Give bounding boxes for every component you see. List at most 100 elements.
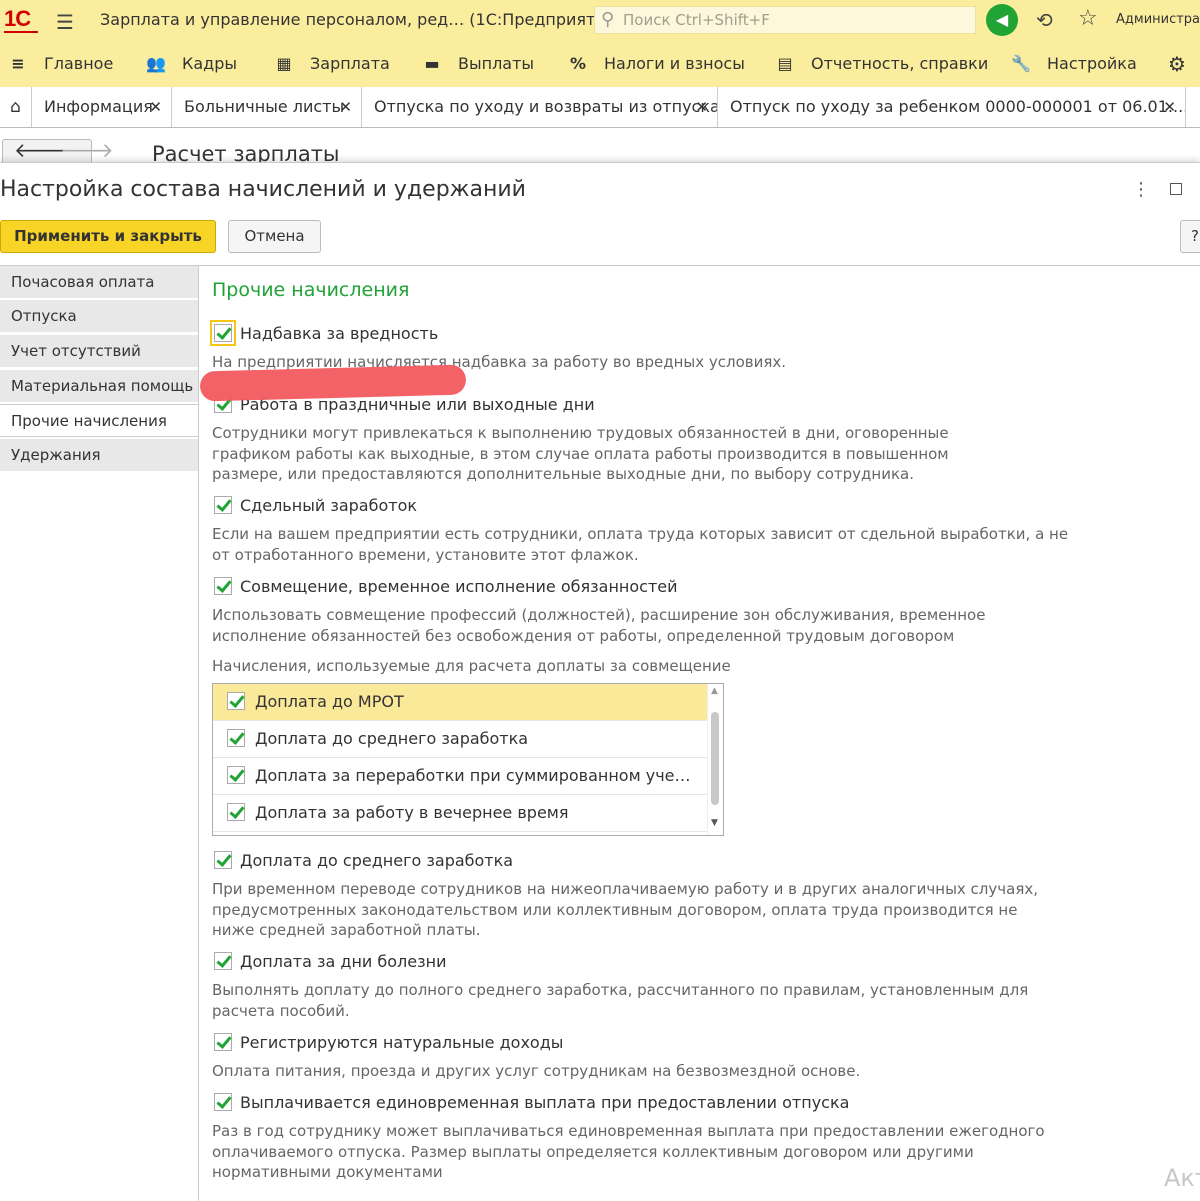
scrollbar-thumb[interactable] xyxy=(711,712,719,805)
list-item[interactable]: Доплата за работу в вечернее время xyxy=(213,795,707,832)
nav-item-absences[interactable]: Учет отсутствий xyxy=(0,335,198,368)
nav-item-hourly-pay[interactable]: Почасовая оплата xyxy=(0,266,198,299)
tab-parental-leave-doc[interactable]: Отпуск по уходу за ребенком 0000-000001 … xyxy=(718,87,1186,127)
menu-label: Зарплата xyxy=(310,54,390,73)
cancel-button[interactable]: Отмена xyxy=(228,220,321,253)
forward-arrow-icon[interactable]: 🡒 xyxy=(60,138,114,162)
history-icon[interactable]: ⟲ xyxy=(1036,8,1053,32)
menu-label: Налоги и взносы xyxy=(604,54,745,73)
logo-underline xyxy=(4,31,38,33)
search-placeholder: Поиск Ctrl+Shift+F xyxy=(623,11,770,29)
nav-item-vacations[interactable]: Отпуска xyxy=(0,300,198,333)
menu-item-salary[interactable]: ▦ Зарплата xyxy=(272,41,390,87)
menu-label: Главное xyxy=(44,54,114,73)
maximize-icon[interactable] xyxy=(1170,183,1182,195)
gear-icon[interactable]: ⚙ xyxy=(1168,41,1186,87)
option-description: Выполнять доплату до полного среднего за… xyxy=(212,981,1029,1020)
percent-icon: % xyxy=(569,54,587,73)
tab-label: Отпуска по уходу и возвраты из отпуска xyxy=(374,97,718,116)
natural-income-checkbox[interactable] xyxy=(214,1033,232,1051)
scroll-up-icon[interactable]: ▲ xyxy=(711,686,718,696)
section-title: Прочие начисления xyxy=(212,279,410,301)
close-icon[interactable]: ✕ xyxy=(1163,87,1176,127)
option-label: Совмещение, временное исполнение обязанн… xyxy=(240,577,678,596)
option-label: Доплата до среднего заработка xyxy=(240,851,514,870)
hamburger-menu-icon[interactable]: ☰ xyxy=(56,10,74,34)
home-icon[interactable]: ⌂ xyxy=(0,87,32,127)
list-item-checkbox[interactable] xyxy=(227,766,245,784)
tab-sick-leaves[interactable]: Больничные листы ✕ xyxy=(172,87,362,127)
option-description: Сотрудники могут привлекаться к выполнен… xyxy=(212,424,949,483)
tab-label: Информация xyxy=(44,97,153,116)
help-button[interactable]: ? xyxy=(1180,220,1200,253)
settings-dialog: Настройка состава начислений и удержаний… xyxy=(0,162,1200,1201)
option-description: Использовать совмещение профессий (должн… xyxy=(212,606,986,645)
sick-days-checkbox[interactable] xyxy=(214,952,232,970)
option-label: Регистрируются натуральные доходы xyxy=(240,1033,564,1052)
list-item-label: Доплата до среднего заработка xyxy=(255,729,529,748)
menu-item-settings[interactable]: 🔧 Настройка xyxy=(1009,41,1137,87)
menu-label: Отчетность, справки xyxy=(811,54,989,73)
piecework-checkbox[interactable] xyxy=(214,496,232,514)
menu-item-payouts[interactable]: ▬ Выплаты xyxy=(420,41,534,87)
list-caption: Начисления, используемые для расчета доп… xyxy=(212,657,731,675)
hazard-bonus-checkbox[interactable] xyxy=(210,320,236,346)
menu-item-taxes[interactable]: % Налоги и взносы xyxy=(566,41,745,87)
list-item[interactable]: Доплата за переработки при суммированном… xyxy=(213,758,707,795)
tab-parental-leaves[interactable]: Отпуска по уходу и возвраты из отпуска ✕ xyxy=(362,87,718,127)
dialog-title: Настройка состава начислений и удержаний xyxy=(0,177,526,202)
1c-logo: 1С xyxy=(4,6,31,31)
list-icon: ≡ xyxy=(11,54,25,73)
list-item-checkbox[interactable] xyxy=(227,692,245,710)
main-menu: ≡ Главное 👥 Кадры ▦ Зарплата ▬ Выплаты % Нало… xyxy=(0,41,1200,88)
list-item-checkbox[interactable] xyxy=(227,803,245,821)
more-actions-icon[interactable]: ⋮ xyxy=(1132,179,1150,200)
scroll-down-icon[interactable]: ▼ xyxy=(711,818,718,828)
close-icon[interactable]: ✕ xyxy=(149,87,162,127)
menu-label: Настройка xyxy=(1047,54,1137,73)
title-bar: 1С ☰ Зарплата и управление персоналом, р… xyxy=(0,0,1200,42)
list-item-label: Доплата за работу в вечернее время xyxy=(255,803,569,822)
menu-item-reports[interactable]: ▤ Отчетность, справки xyxy=(773,41,988,87)
search-icon: ⚲ xyxy=(601,9,615,30)
tab-label: Отпуск по уходу за ребенком 0000-000001 … xyxy=(730,97,1186,116)
user-name[interactable]: Администратор xyxy=(1116,12,1200,27)
activation-watermark: Акт xyxy=(1164,1164,1200,1192)
wallet-icon: ▬ xyxy=(424,54,440,73)
option-description: Оплата питания, проезда и других услуг с… xyxy=(212,1062,861,1080)
close-icon[interactable]: ✕ xyxy=(695,87,708,127)
list-item-checkbox[interactable] xyxy=(227,729,245,747)
menu-label: Выплаты xyxy=(458,54,535,73)
favorites-star-icon[interactable]: ☆ xyxy=(1078,6,1098,31)
nav-divider xyxy=(198,266,199,1201)
apply-and-close-button[interactable]: Применить и закрыть xyxy=(0,220,216,253)
option-description: Раз в год сотруднику может выплачиваться… xyxy=(212,1122,1045,1181)
average-earnings-checkbox[interactable] xyxy=(214,851,232,869)
wrench-icon: 🔧 xyxy=(1011,54,1031,73)
nav-item-financial-aid[interactable]: Материальная помощь xyxy=(0,370,198,403)
option-label: Надбавка за вредность xyxy=(240,324,439,343)
calculator-icon: ▦ xyxy=(276,54,292,73)
nav-item-deductions[interactable]: Удержания xyxy=(0,439,198,472)
menu-label: Кадры xyxy=(182,54,238,73)
search-input[interactable]: ⚲ Поиск Ctrl+Shift+F xyxy=(594,6,976,34)
tab-information[interactable]: Информация ✕ xyxy=(32,87,172,127)
list-item-label: Доплата за переработки при суммированном… xyxy=(255,766,695,785)
option-label: Сдельный заработок xyxy=(240,496,418,515)
combination-checkbox[interactable] xyxy=(214,577,232,595)
list-item-label: Доплата до МРОТ xyxy=(255,692,404,711)
list-item[interactable]: Доплата до МРОТ xyxy=(213,684,707,721)
accruals-list[interactable]: Доплата до МРОТ Доплата до среднего зара… xyxy=(212,683,724,836)
tab-label: Больничные листы xyxy=(184,97,345,116)
option-label: Выплачивается единовременная выплата при… xyxy=(240,1093,850,1112)
menu-item-hr[interactable]: 👥 Кадры xyxy=(144,41,237,87)
option-label: Доплата за дни болезни xyxy=(240,952,447,971)
list-item[interactable]: Доплата до среднего заработка xyxy=(213,721,707,758)
close-icon[interactable]: ✕ xyxy=(339,87,352,127)
people-icon: 👥 xyxy=(146,54,166,73)
menu-item-main[interactable]: ≡ Главное xyxy=(6,41,113,87)
option-description: При временном переводе сотрудников на ни… xyxy=(212,880,1038,939)
nav-item-other-accruals[interactable]: Прочие начисления xyxy=(0,404,198,437)
vacation-lump-sum-checkbox[interactable] xyxy=(214,1093,232,1111)
notifications-bell-icon[interactable]: ◀ xyxy=(986,4,1018,36)
